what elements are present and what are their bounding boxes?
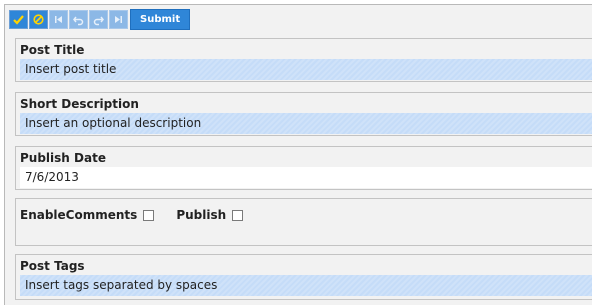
redo-icon <box>93 16 104 26</box>
options-group: EnableComments Publish <box>15 198 592 246</box>
short-description-input[interactable]: Insert an optional description <box>20 113 592 134</box>
post-title-input[interactable]: Insert post title <box>20 59 592 80</box>
submit-button[interactable]: Submit <box>130 9 191 30</box>
post-title-group: Post Title Insert post title <box>15 38 592 82</box>
publish-checkbox[interactable] <box>232 209 244 221</box>
publish-label: Publish <box>176 208 227 222</box>
short-description-group: Short Description Insert an optional des… <box>15 92 592 136</box>
cancel-button[interactable] <box>29 10 48 29</box>
confirm-button[interactable] <box>9 10 28 29</box>
cancel-icon <box>33 14 44 25</box>
check-icon <box>13 15 24 25</box>
toolbar: Submit <box>9 9 191 30</box>
undo-button[interactable] <box>69 10 88 29</box>
post-tags-label: Post Tags <box>20 259 85 273</box>
short-description-label: Short Description <box>20 97 139 111</box>
enable-comments-checkbox[interactable] <box>143 209 155 221</box>
first-page-icon <box>55 16 62 23</box>
post-title-label: Post Title <box>20 43 85 57</box>
publish-date-input[interactable]: 7/6/2013 <box>20 167 592 188</box>
post-tags-group: Post Tags Insert tags separated by space… <box>15 254 592 300</box>
first-page-button[interactable] <box>49 10 68 29</box>
post-tags-input[interactable]: Insert tags separated by spaces <box>20 275 592 296</box>
redo-button[interactable] <box>89 10 108 29</box>
publish-date-label: Publish Date <box>20 151 106 165</box>
options-row: EnableComments Publish <box>20 208 244 222</box>
last-page-icon <box>115 16 122 23</box>
last-page-button[interactable] <box>109 10 128 29</box>
undo-icon <box>73 16 84 26</box>
publish-date-group: Publish Date 7/6/2013 <box>15 146 592 190</box>
enable-comments-label: EnableComments <box>20 208 138 222</box>
